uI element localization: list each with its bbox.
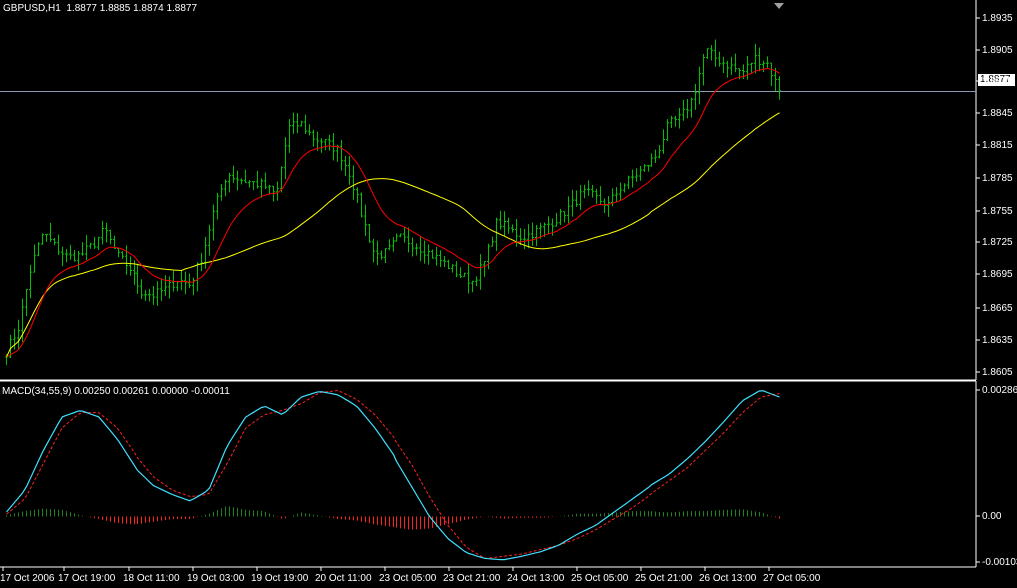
time-tick-label: 19 Oct 03:00 bbox=[187, 573, 245, 584]
time-tick-label: 26 Oct 13:00 bbox=[699, 573, 757, 584]
price-tick-label: 1.8815 bbox=[982, 140, 1013, 151]
price-tick-label: 1.8605 bbox=[982, 367, 1013, 378]
price-tick-label: 1.8695 bbox=[982, 269, 1013, 280]
time-tick-label: 25 Oct 05:00 bbox=[571, 573, 629, 584]
time-tick-label: 25 Oct 21:00 bbox=[635, 573, 693, 584]
time-tick-label: 17 Oct 2006 bbox=[0, 573, 55, 584]
time-tick-label: 17 Oct 19:00 bbox=[58, 573, 116, 584]
price-tick-label: 1.8905 bbox=[982, 45, 1013, 56]
macd-tick-label: 0.00 bbox=[982, 511, 1002, 522]
chart-header: GBPUSD,H1 1.8877 1.8885 1.8874 1.8877 bbox=[3, 3, 197, 14]
time-tick-label: 23 Oct 21:00 bbox=[443, 573, 501, 584]
macd-tick-label: -0.00103 bbox=[982, 557, 1017, 568]
price-tick-label: 1.8845 bbox=[982, 108, 1013, 119]
price-tick-label: 1.8665 bbox=[982, 303, 1013, 314]
price-tick-label: 1.8755 bbox=[982, 206, 1013, 217]
price-tick-label: 1.8635 bbox=[982, 335, 1013, 346]
time-tick-label: 24 Oct 13:00 bbox=[507, 573, 565, 584]
macd-tick-label: 0.00286 bbox=[982, 385, 1017, 396]
macd-header: MACD(34,55,9) 0.00250 0.00261 0.00000 -0… bbox=[2, 386, 230, 397]
ohlc-label: 1.8877 1.8885 1.8874 1.8877 bbox=[66, 3, 198, 14]
time-tick-label: 19 Oct 19:00 bbox=[251, 573, 309, 584]
time-tick-label: 27 Oct 05:00 bbox=[763, 573, 821, 584]
price-tick-label: 1.8785 bbox=[982, 173, 1013, 184]
chart-canvas bbox=[0, 0, 1017, 588]
time-tick-label: 18 Oct 11:00 bbox=[123, 573, 180, 584]
symbol-label: GBPUSD,H1 bbox=[3, 3, 61, 14]
time-tick-label: 20 Oct 11:00 bbox=[315, 573, 372, 584]
time-tick-label: 23 Oct 05:00 bbox=[379, 573, 437, 584]
price-tick-label: 1.8935 bbox=[982, 13, 1013, 24]
price-tick-label: 1.8725 bbox=[982, 237, 1013, 248]
price-tick-label: 1.8875 bbox=[982, 76, 1013, 87]
